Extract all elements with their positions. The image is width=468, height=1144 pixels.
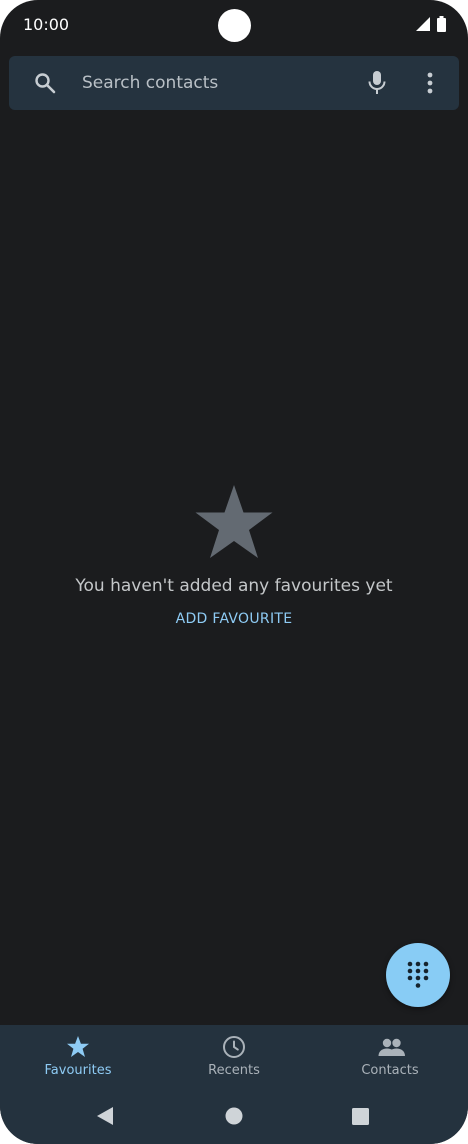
mic-icon[interactable] <box>367 70 387 96</box>
tab-favourites-label: Favourites <box>44 1063 112 1078</box>
battery-icon <box>437 16 446 32</box>
search-icon[interactable] <box>33 71 57 95</box>
clock-icon <box>223 1036 245 1058</box>
tab-recents[interactable]: Recents <box>156 1025 312 1091</box>
phone-screen: 10:00 Search contacts You haven't added <box>0 0 468 1144</box>
system-navigation-bar <box>0 1091 468 1144</box>
dialpad-button[interactable] <box>386 943 450 1007</box>
bottom-navigation: Favourites Recents Contacts <box>0 1025 468 1091</box>
search-bar[interactable]: Search contacts <box>9 56 459 110</box>
search-input[interactable]: Search contacts <box>82 73 218 93</box>
status-time: 10:00 <box>23 15 70 34</box>
people-icon <box>378 1038 405 1056</box>
more-options-icon[interactable] <box>427 71 433 95</box>
back-icon[interactable] <box>96 1106 114 1126</box>
camera-cutout <box>218 9 251 42</box>
home-icon[interactable] <box>225 1107 243 1125</box>
recent-apps-icon[interactable] <box>352 1108 369 1125</box>
tab-contacts-label: Contacts <box>361 1063 419 1078</box>
tab-favourites[interactable]: Favourites <box>0 1025 156 1091</box>
empty-favourites-star-icon <box>195 485 273 558</box>
signal-icon <box>416 17 430 31</box>
tab-contacts[interactable]: Contacts <box>312 1025 468 1091</box>
tab-recents-label: Recents <box>208 1063 260 1078</box>
status-bar: 10:00 <box>0 0 468 50</box>
dialpad-icon <box>407 961 429 988</box>
empty-state-message: You haven't added any favourites yet <box>75 576 393 596</box>
add-favourite-button[interactable]: ADD FAVOURITE <box>150 611 318 627</box>
star-icon <box>67 1036 89 1057</box>
